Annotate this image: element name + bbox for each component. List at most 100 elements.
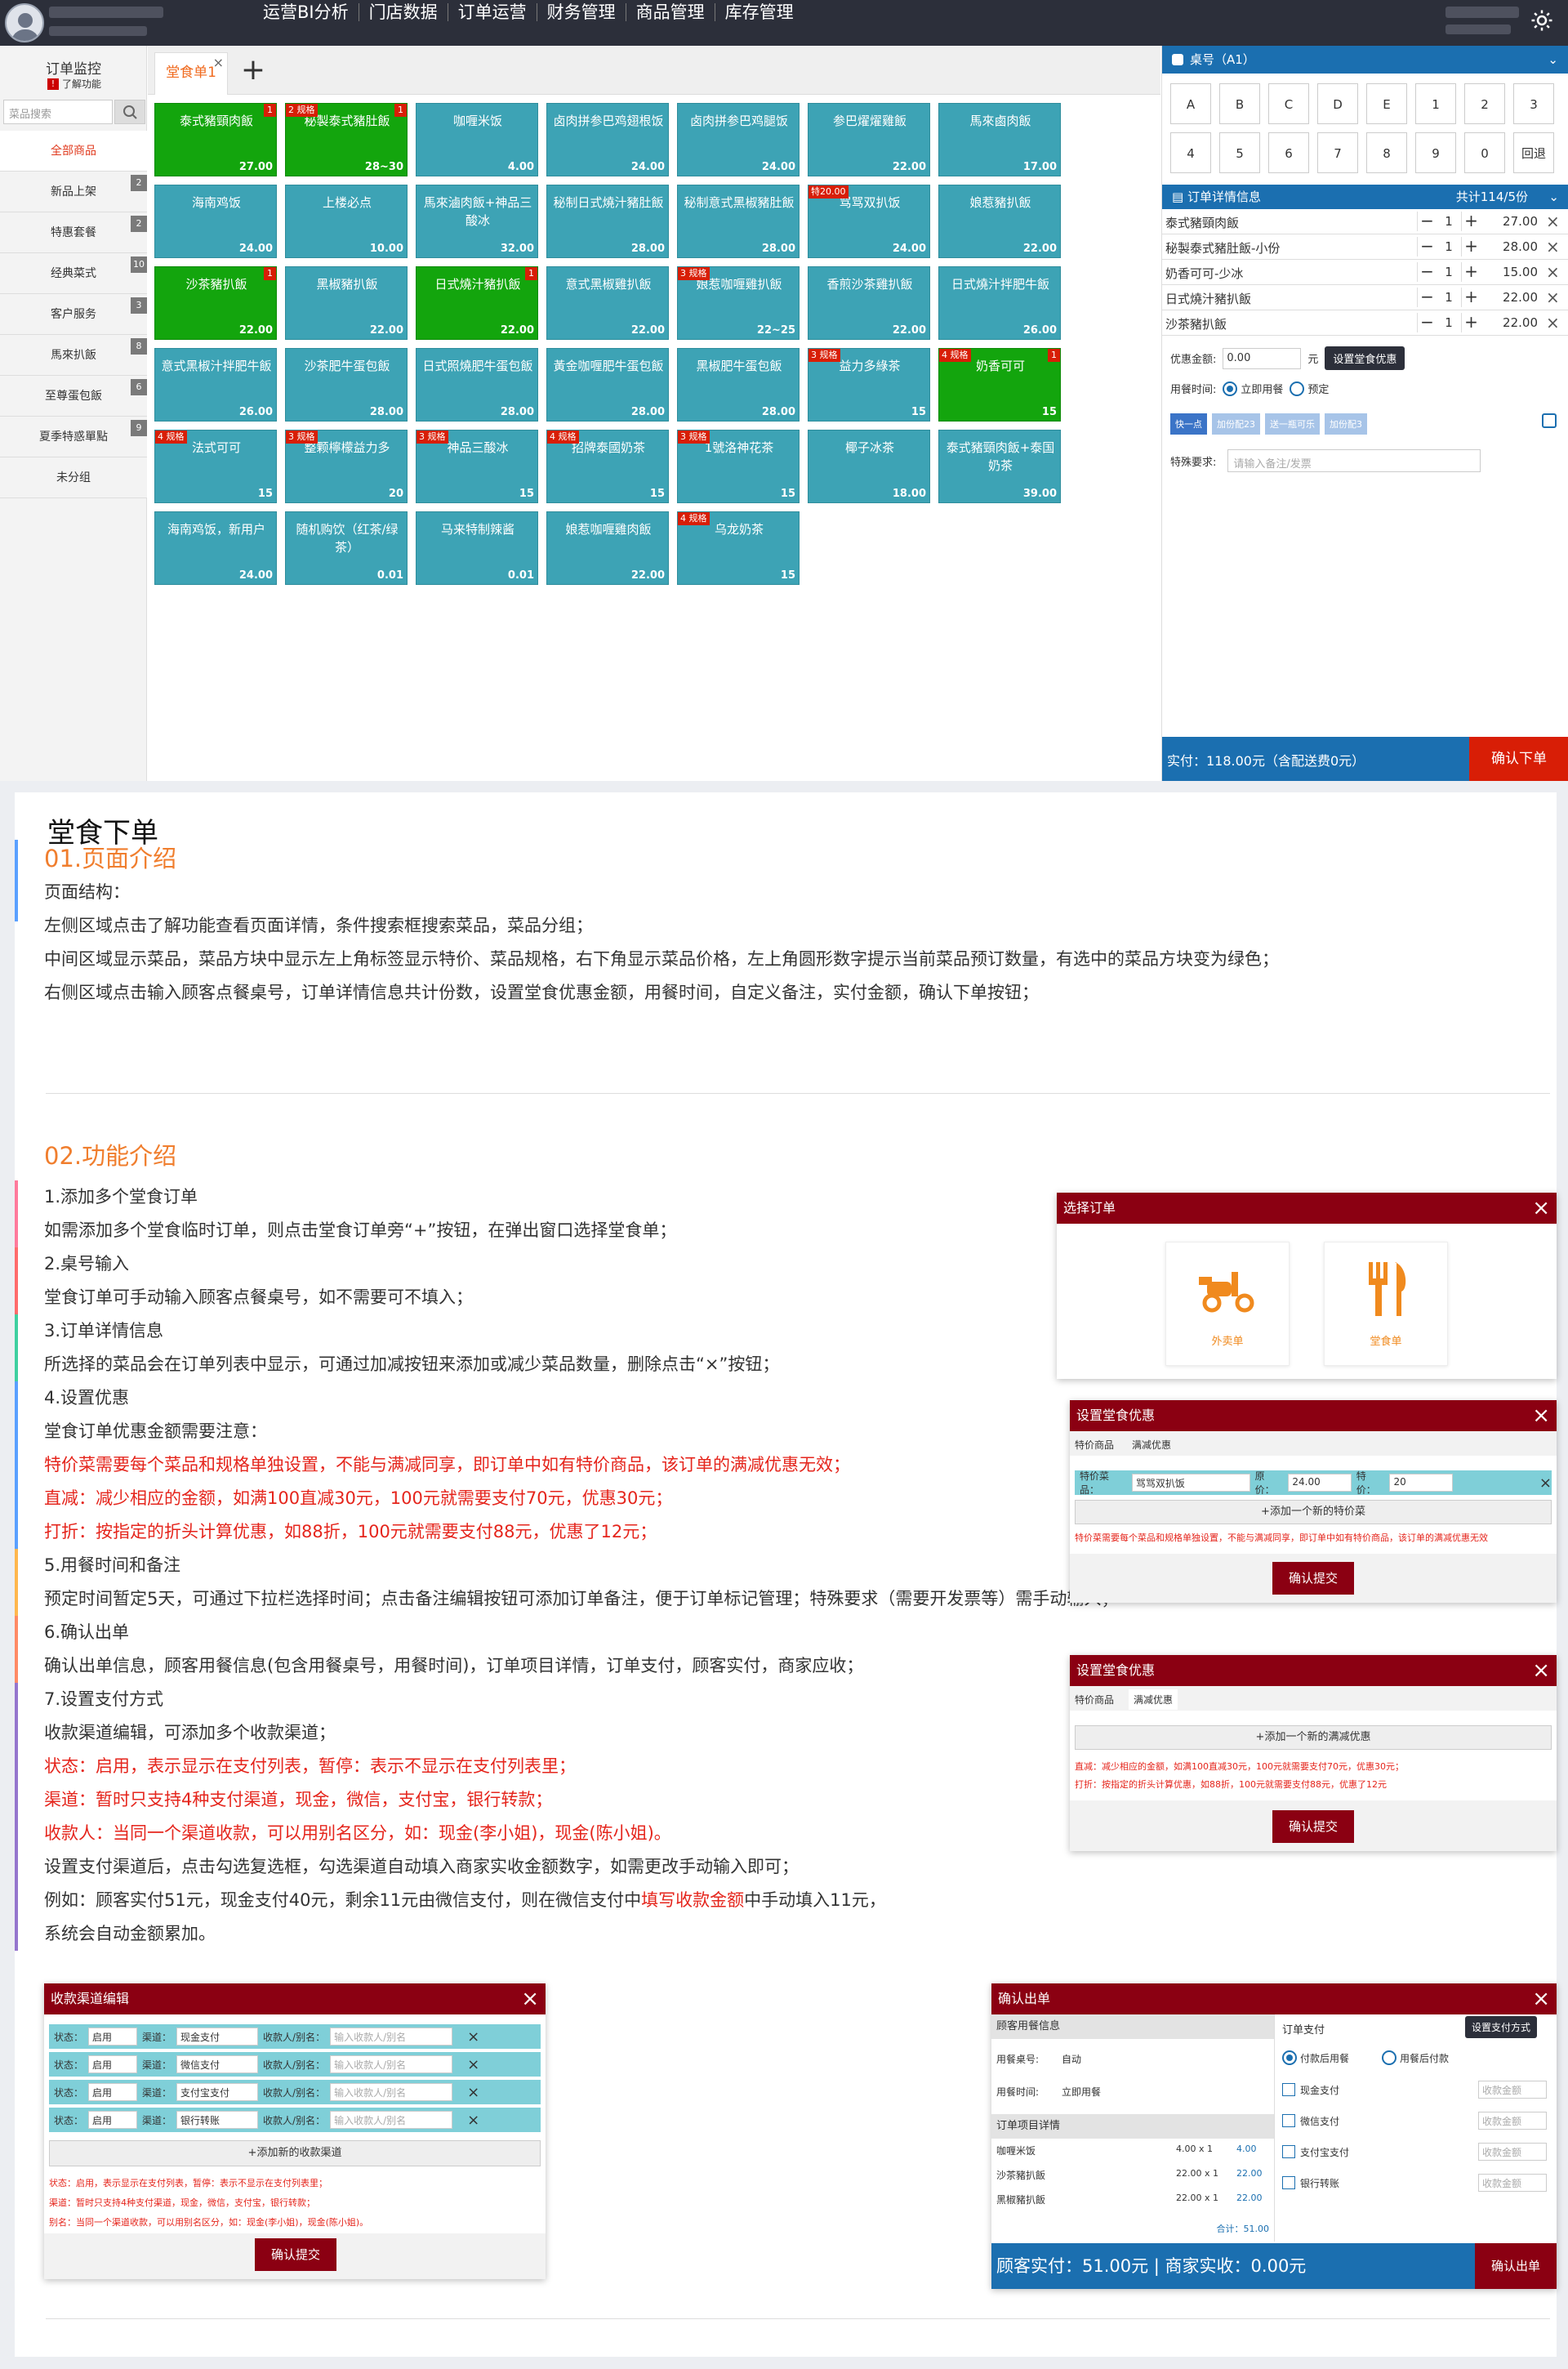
dish-tile[interactable]: 日式照燒肥牛蛋包飯 28.00 <box>416 348 538 422</box>
dish-tile[interactable]: 秘制意式黑椒豬肚飯 28.00 <box>677 185 800 258</box>
payee-input[interactable]: 输入收款人/别名 <box>330 2111 453 2129</box>
keypad-key[interactable]: B <box>1219 83 1260 124</box>
radio-pay-first[interactable]: 付款后用餐 <box>1282 2050 1349 2065</box>
keypad-key[interactable]: 1 <box>1415 83 1456 124</box>
dish-tile[interactable]: 益力多綠茶 15 3 规格 <box>808 348 930 422</box>
checkbox-icon[interactable] <box>1282 2145 1295 2158</box>
payment-method-row[interactable]: 现金支付 收款金额 <box>1282 2081 1552 2099</box>
submit-button[interactable]: 确认提交 <box>1272 1810 1354 1843</box>
submit-button[interactable]: 确认提交 <box>1272 1562 1354 1595</box>
nav-finance[interactable]: 财务管理 <box>537 3 626 21</box>
keypad-key[interactable]: E <box>1366 83 1407 124</box>
search-button[interactable] <box>114 100 145 124</box>
dish-tile[interactable]: 泰式豬頸肉飯 27.00 1 <box>154 103 277 176</box>
avatar[interactable] <box>5 3 44 42</box>
minus-button[interactable]: − <box>1417 237 1437 257</box>
help-link[interactable]: ! 了解功能 <box>47 77 101 91</box>
plus-button[interactable]: + <box>1461 313 1481 332</box>
nav-goods[interactable]: 商品管理 <box>626 3 715 21</box>
nav-orders[interactable]: 订单运营 <box>448 3 537 21</box>
note-chip[interactable]: 快一点 <box>1170 413 1207 435</box>
close-icon[interactable]: × <box>467 2056 479 2073</box>
dish-tile[interactable]: 招牌泰國奶茶 15 4 规格 <box>546 430 669 503</box>
close-icon[interactable]: × <box>467 2084 479 2101</box>
dish-tile[interactable]: 参巴燿燿雞飯 22.00 <box>808 103 930 176</box>
special-price-field[interactable]: 20 <box>1389 1474 1453 1492</box>
dish-tile[interactable]: 日式燒汁拌肥牛飯 26.00 <box>938 266 1061 340</box>
amount-input[interactable]: 收款金额 <box>1478 2174 1547 2192</box>
category-item[interactable]: 全部商品 <box>0 131 147 172</box>
plus-button[interactable]: + <box>1461 262 1481 282</box>
dish-tile[interactable]: 娘惹咖喱雞扒飯 22~25 3 规格 <box>677 266 800 340</box>
gear-icon[interactable] <box>1530 8 1554 33</box>
dish-tile[interactable]: 娘惹豬扒飯 22.00 <box>938 185 1061 258</box>
checkbox-icon[interactable] <box>1282 2114 1295 2127</box>
dish-tile[interactable]: 上楼必点 10.00 <box>285 185 408 258</box>
keypad-key[interactable]: 9 <box>1415 132 1456 173</box>
note-chip[interactable]: 加份配3 <box>1325 413 1367 435</box>
dish-tile[interactable]: 香煎沙茶雞扒飯 22.00 <box>808 266 930 340</box>
plus-button[interactable]: + <box>1461 288 1481 307</box>
close-icon[interactable]: × <box>467 2112 479 2129</box>
dish-tile[interactable]: 卤肉拼参巴鸡翅根饭 24.00 <box>546 103 669 176</box>
dish-search-input[interactable]: 菜品搜索 <box>3 100 113 124</box>
dish-tile[interactable]: 意式黑椒雞扒飯 22.00 <box>546 266 669 340</box>
channel-select[interactable]: 支付宝支付 <box>176 2083 259 2101</box>
original-price-field[interactable]: 24.00 <box>1288 1474 1352 1492</box>
set-payment-button[interactable]: 设置支付方式 <box>1465 2016 1538 2038</box>
chevron-down-icon[interactable]: ⌄ <box>1548 46 1558 74</box>
radio-book[interactable]: 预定 <box>1290 381 1329 396</box>
tab-dine-in-1[interactable]: 堂食单1 × <box>154 52 228 95</box>
keypad-key[interactable]: A <box>1170 83 1211 124</box>
minus-button[interactable]: − <box>1417 288 1437 307</box>
payee-input[interactable]: 输入收款人/别名 <box>330 2055 453 2073</box>
minus-button[interactable]: − <box>1417 262 1437 282</box>
dish-tile[interactable]: 1號洛神花茶 15 3 规格 <box>677 430 800 503</box>
dish-tile[interactable]: 奶香可可 15 4 规格 1 <box>938 348 1061 422</box>
keypad-key[interactable]: 0 <box>1464 132 1505 173</box>
nav-store[interactable]: 门店数据 <box>359 3 448 21</box>
dish-tile[interactable]: 沙茶肥牛蛋包飯 28.00 <box>285 348 408 422</box>
dish-tile[interactable]: 马来特制辣酱 0.01 <box>416 511 538 585</box>
keypad-key[interactable]: D <box>1317 83 1358 124</box>
radio-pay-after[interactable]: 用餐后付款 <box>1382 2050 1449 2065</box>
close-icon[interactable]: × <box>213 43 224 83</box>
dish-tile[interactable]: 整颗檸檬益力多 20 3 规格 <box>285 430 408 503</box>
takeaway-option[interactable]: 外卖单 <box>1165 1242 1290 1366</box>
keypad-key[interactable]: 回退 <box>1513 132 1554 173</box>
state-select[interactable]: 启用 <box>88 2028 138 2046</box>
amount-input[interactable]: 收款金额 <box>1478 2112 1547 2130</box>
category-item[interactable]: 夏季特惑單點 9 <box>0 417 147 457</box>
minus-button[interactable]: − <box>1417 313 1437 332</box>
dish-tile[interactable]: 海南鸡饭，新用户 24.00 <box>154 511 277 585</box>
dish-tile[interactable]: 椰子冰茶 18.00 <box>808 430 930 503</box>
dish-tile[interactable]: 沙茶豬扒飯 22.00 1 <box>154 266 277 340</box>
dish-tile[interactable]: 秘製泰式豬肚飯 28~30 2 规格 1 <box>285 103 408 176</box>
keypad-key[interactable]: 2 <box>1464 83 1505 124</box>
close-icon[interactable]: × <box>1539 1474 1552 1492</box>
add-channel-button[interactable]: +添加新的收款渠道 <box>49 2140 541 2166</box>
close-icon[interactable]: × <box>1532 1655 1550 1686</box>
close-icon[interactable]: × <box>521 1983 539 2014</box>
keypad-key[interactable]: 7 <box>1317 132 1358 173</box>
payment-method-row[interactable]: 支付宝支付 收款金额 <box>1282 2143 1552 2161</box>
state-select[interactable]: 启用 <box>88 2083 138 2101</box>
plus-button[interactable]: + <box>1461 212 1481 231</box>
tab-special[interactable]: 特价商品 <box>1075 1693 1114 1706</box>
tab-special[interactable]: 特价商品 <box>1075 1438 1114 1452</box>
discount-input[interactable]: 0.00 <box>1223 347 1302 369</box>
keypad-key[interactable]: 5 <box>1219 132 1260 173</box>
add-reduce-button[interactable]: +添加一个新的满减优惠 <box>1075 1725 1552 1750</box>
delete-icon[interactable]: × <box>1546 237 1560 257</box>
confirm-issue-button[interactable]: 确认出单 <box>1475 2243 1557 2289</box>
confirm-order-button[interactable]: 确认下单 <box>1469 737 1568 781</box>
category-item[interactable]: 特惠套餐 2 <box>0 212 147 253</box>
checkbox-icon[interactable] <box>1282 2176 1295 2189</box>
channel-select[interactable]: 微信支付 <box>176 2055 259 2073</box>
tab-full-reduce[interactable]: 满减优惠 <box>1132 1438 1171 1452</box>
payee-input[interactable]: 输入收款人/别名 <box>330 2028 453 2046</box>
category-item[interactable]: 至尊蛋包飯 6 <box>0 376 147 417</box>
special-request-input[interactable]: 请输入备注/发票 <box>1227 449 1481 472</box>
delete-icon[interactable]: × <box>1546 262 1560 282</box>
dish-tile[interactable]: 骂骂双扒饭 24.00 特20.00 <box>808 185 930 258</box>
